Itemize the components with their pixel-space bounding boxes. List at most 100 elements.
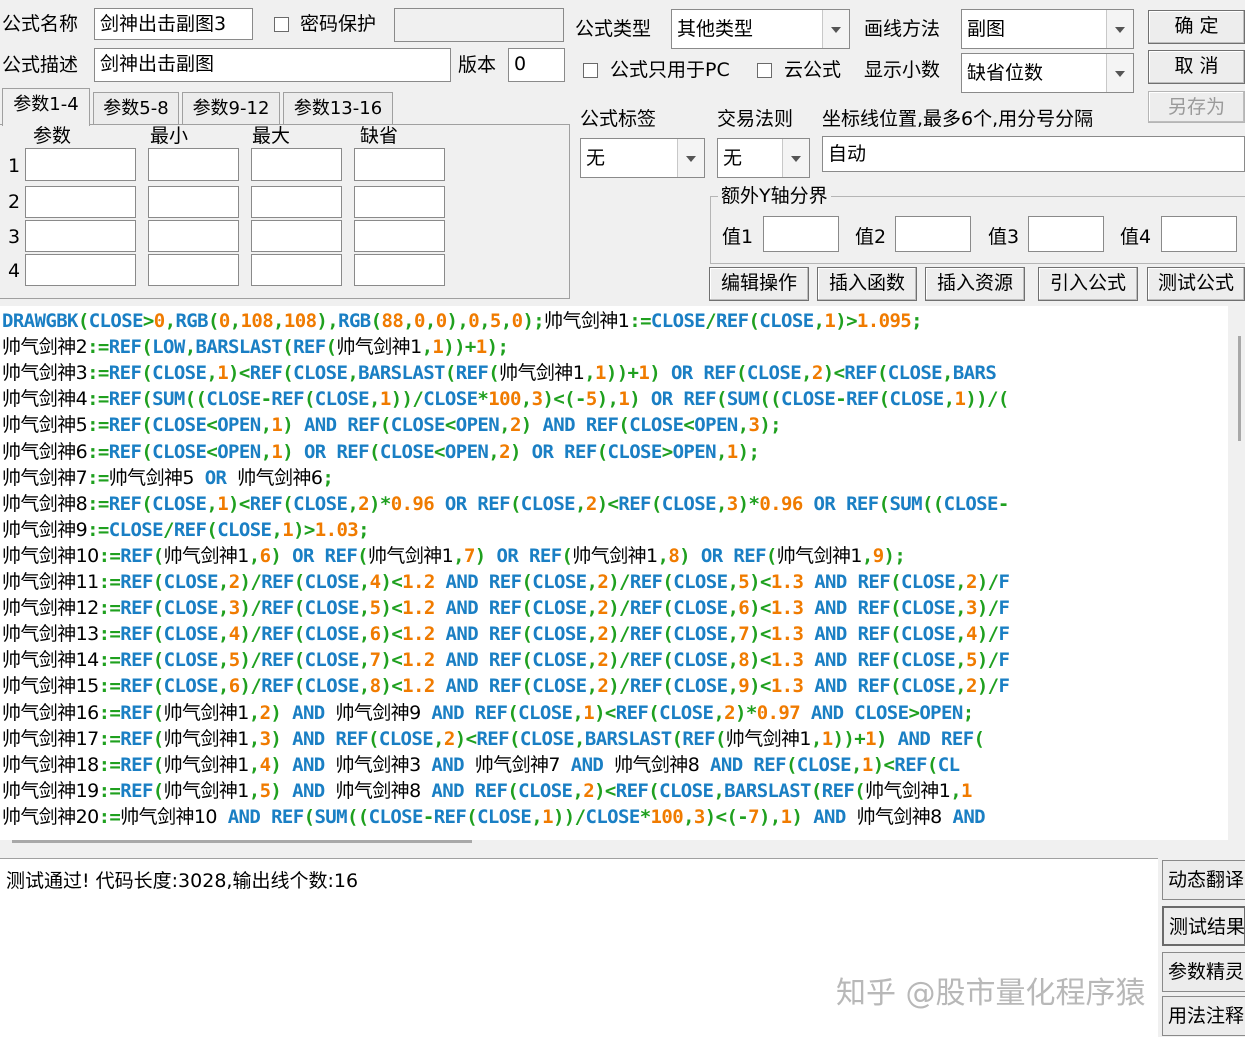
- param-max-input[interactable]: [251, 254, 342, 286]
- password-input[interactable]: [394, 8, 564, 42]
- param-col-header: 参数: [33, 125, 72, 147]
- param-default-input[interactable]: [354, 254, 445, 286]
- value1-label: 值1: [722, 226, 754, 248]
- chevron-down-icon[interactable]: [822, 10, 849, 48]
- param-default-input[interactable]: [354, 220, 445, 252]
- value3-input[interactable]: [1028, 216, 1104, 252]
- formula-name-input[interactable]: 剑神出击副图3: [94, 8, 253, 40]
- param-min-input[interactable]: [148, 254, 239, 286]
- code-line: 帅气剑神12:=REF(CLOSE,3)/REF(CLOSE,5)<1.2 AN…: [2, 597, 1010, 620]
- ok-button[interactable]: 确 定: [1148, 10, 1245, 44]
- insert-function-button[interactable]: 插入函数: [817, 267, 917, 301]
- decimals-select[interactable]: 缺省位数: [961, 53, 1134, 93]
- pc-only-checkbox[interactable]: [583, 63, 598, 78]
- param-name-input[interactable]: [25, 148, 136, 181]
- value1-input[interactable]: [763, 216, 839, 252]
- chevron-down-icon[interactable]: [1106, 10, 1133, 48]
- formula-desc-label: 公式描述: [2, 54, 79, 76]
- param-default-input[interactable]: [354, 148, 445, 181]
- param-min-input[interactable]: [148, 220, 239, 252]
- code-line: DRAWGBK(CLOSE>0,RGB(0,108,108),RGB(88,0,…: [2, 310, 923, 332]
- code-line: 帅气剑神17:=REF(帅气剑神1,3) AND REF(CLOSE,2)<RE…: [2, 727, 985, 750]
- code-line: 帅气剑神14:=REF(CLOSE,5)/REF(CLOSE,7)<1.2 AN…: [2, 649, 1010, 672]
- test-formula-button[interactable]: 测试公式: [1147, 267, 1245, 301]
- code-line: 帅气剑神11:=REF(CLOSE,2)/REF(CLOSE,4)<1.2 AN…: [2, 571, 1010, 593]
- draw-method-select[interactable]: 副图: [961, 9, 1134, 49]
- vertical-scroll-thumb[interactable]: [1238, 336, 1241, 441]
- cloud-checkbox[interactable]: [757, 63, 772, 78]
- tab-params-13-16[interactable]: 参数13-16: [283, 92, 393, 124]
- horizontal-scrollbar[interactable]: [0, 840, 1228, 856]
- param-default-input[interactable]: [354, 186, 445, 218]
- test-result-button[interactable]: 测试结果: [1162, 906, 1245, 946]
- chevron-down-icon[interactable]: [782, 139, 809, 177]
- password-protect-label: 密码保护: [300, 13, 377, 35]
- param-min-input[interactable]: [148, 186, 239, 218]
- value2-input[interactable]: [895, 216, 971, 252]
- edit-operation-button[interactable]: 编辑操作: [709, 267, 809, 301]
- trade-rule-value: 无: [723, 147, 743, 169]
- coord-pos-input[interactable]: 自动: [822, 136, 1245, 172]
- draw-method-label: 画线方法: [864, 18, 941, 40]
- tab-params-1-4[interactable]: 参数1-4: [2, 88, 90, 126]
- code-line: 帅气剑神4:=REF(SUM((CLOSE-REF(CLOSE,1))/CLOS…: [2, 388, 1009, 411]
- code-line: 帅气剑神2:=REF(LOW,BARSLAST(REF(帅气剑神1,1))+1)…: [2, 336, 509, 359]
- save-as-button[interactable]: 另存为: [1148, 91, 1245, 123]
- param-row-number: 1: [8, 155, 21, 177]
- formula-tag-select[interactable]: 无: [580, 138, 705, 178]
- param-min-input[interactable]: [148, 148, 239, 181]
- param-wizard-button[interactable]: 参数精灵: [1162, 952, 1245, 992]
- code-line: 帅气剑神6:=REF(CLOSE<OPEN,1) OR REF(CLOSE<OP…: [2, 440, 760, 463]
- code-line: 帅气剑神9:=CLOSE/REF(CLOSE,1)>1.03;: [2, 518, 370, 541]
- tab-params-5-8[interactable]: 参数5-8: [93, 92, 179, 124]
- version-label: 版本: [458, 54, 497, 76]
- dynamic-translate-button[interactable]: 动态翻译: [1162, 860, 1245, 900]
- code-line: 帅气剑神3:=REF(CLOSE,1)<REF(CLOSE,BARSLAST(R…: [2, 362, 997, 385]
- param-name-input[interactable]: [25, 220, 136, 252]
- param-row-number: 2: [8, 191, 21, 213]
- param-max-input[interactable]: [251, 186, 342, 218]
- max-col-header: 最大: [252, 125, 291, 147]
- default-col-header: 缺省: [360, 125, 399, 147]
- trade-rule-label: 交易法则: [717, 108, 794, 130]
- param-max-input[interactable]: [251, 220, 342, 252]
- chevron-down-icon[interactable]: [1106, 54, 1133, 92]
- param-name-input[interactable]: [25, 254, 136, 286]
- cancel-button[interactable]: 取 消: [1148, 50, 1245, 84]
- param-row-number: 3: [8, 226, 21, 248]
- code-editor[interactable]: DRAWGBK(CLOSE>0,RGB(0,108,108),RGB(88,0,…: [0, 306, 1228, 840]
- formula-type-value: 其他类型: [677, 18, 754, 40]
- param-name-input[interactable]: [25, 186, 136, 218]
- code-line: 帅气剑神8:=REF(CLOSE,1)<REF(CLOSE,2)*0.96 OR…: [2, 492, 1009, 515]
- insert-resource-button[interactable]: 插入资源: [925, 267, 1025, 301]
- min-col-header: 最小: [150, 125, 189, 147]
- chevron-down-icon[interactable]: [677, 139, 704, 177]
- password-protect-checkbox[interactable]: [274, 17, 289, 32]
- usage-notes-button[interactable]: 用法注释: [1162, 996, 1245, 1036]
- code-line: 帅气剑神7:=帅气剑神5 OR 帅气剑神6;: [2, 466, 334, 489]
- trade-rule-select[interactable]: 无: [717, 138, 810, 178]
- param-max-input[interactable]: [251, 148, 342, 181]
- value4-input[interactable]: [1161, 216, 1237, 252]
- value3-label: 值3: [988, 226, 1020, 248]
- import-formula-button[interactable]: 引入公式: [1038, 267, 1138, 301]
- watermark: 知乎 @股市量化程序猿: [836, 976, 1146, 1011]
- value2-label: 值2: [855, 226, 887, 248]
- version-input[interactable]: 0: [508, 48, 565, 82]
- formula-tag-label: 公式标签: [580, 108, 657, 130]
- vertical-scrollbar[interactable]: [1228, 306, 1245, 840]
- value4-label: 值4: [1120, 226, 1152, 248]
- param-row-number: 4: [8, 260, 21, 282]
- code-line: 帅气剑神19:=REF(帅气剑神1,5) AND 帅气剑神8 AND REF(C…: [2, 779, 972, 802]
- code-line: 帅气剑神16:=REF(帅气剑神1,2) AND 帅气剑神9 AND REF(C…: [2, 701, 974, 724]
- code-line: 帅气剑神13:=REF(CLOSE,4)/REF(CLOSE,6)<1.2 AN…: [2, 623, 1010, 646]
- formula-desc-input[interactable]: 剑神出击副图: [94, 48, 451, 82]
- coord-pos-label: 坐标线位置,最多6个,用分号分隔: [822, 108, 1094, 130]
- horizontal-scroll-thumb[interactable]: [12, 840, 472, 843]
- status-text: 测试通过! 代码长度:3028,输出线个数:16: [6, 870, 359, 892]
- formula-type-select[interactable]: 其他类型: [671, 9, 850, 49]
- tab-params-9-12[interactable]: 参数9-12: [182, 92, 280, 124]
- formula-name-label: 公式名称: [2, 13, 79, 35]
- pc-only-label: 公式只用于PC: [610, 59, 730, 81]
- cloud-label: 云公式: [784, 59, 842, 81]
